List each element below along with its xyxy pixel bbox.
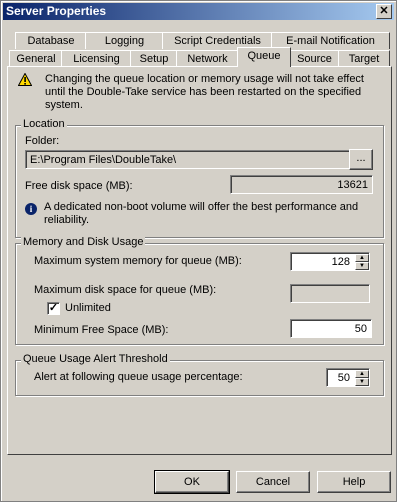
free-disk-value: 13621 (230, 175, 373, 194)
window-title: Server Properties (6, 4, 107, 18)
info-text: A dedicated non-boot volume will offer t… (44, 201, 359, 226)
max-memory-spin-down[interactable]: ▼ (355, 262, 369, 270)
tab-database[interactable]: Database (15, 32, 87, 49)
folder-label: Folder: (25, 135, 60, 147)
warning-icon (18, 73, 32, 86)
location-legend: Location (21, 118, 67, 130)
tab-setup[interactable]: Setup (130, 50, 178, 67)
folder-field[interactable]: E:\Program Files\DoubleTake\ (25, 150, 356, 169)
min-free-label: Minimum Free Space (MB): (34, 324, 169, 336)
free-disk-label: Free disk space (MB): (25, 180, 133, 192)
tab-source[interactable]: Source (289, 50, 340, 67)
memory-disk-legend: Memory and Disk Usage (21, 236, 146, 248)
tab-general[interactable]: General (9, 50, 63, 67)
server-properties-window: Server Properties ✕ Database Logging Scr… (0, 0, 397, 502)
tab-queue[interactable]: Queue (237, 47, 291, 67)
warning-text: Changing the queue location or memory us… (45, 73, 364, 111)
alert-label: Alert at following queue usage percentag… (34, 371, 243, 383)
alert-spin-down[interactable]: ▼ (355, 378, 369, 386)
memory-disk-group: Memory and Disk Usage Maximum system mem… (15, 236, 384, 345)
close-button[interactable]: ✕ (376, 4, 392, 19)
alert-threshold-legend: Queue Usage Alert Threshold (21, 353, 170, 365)
cancel-button[interactable]: Cancel (236, 471, 310, 493)
title-bar[interactable]: Server Properties ✕ (3, 3, 394, 20)
unlimited-checkbox[interactable]: ✓ (47, 302, 60, 315)
info-icon: i (25, 203, 37, 215)
max-memory-label: Maximum system memory for queue (MB): (34, 255, 242, 267)
help-button[interactable]: Help (317, 471, 391, 493)
max-disk-label: Maximum disk space for queue (MB): (34, 284, 217, 296)
max-memory-spin-up[interactable]: ▲ (355, 254, 369, 262)
alert-threshold-group: Queue Usage Alert Threshold Alert at fol… (15, 353, 384, 396)
tab-target[interactable]: Target (338, 50, 390, 67)
max-disk-field (290, 284, 370, 303)
tab-licensing[interactable]: Licensing (61, 50, 132, 67)
unlimited-label: Unlimited (65, 302, 111, 314)
queue-tab-panel: Changing the queue location or memory us… (7, 66, 392, 455)
location-group: Location Folder: E:\Program Files\Double… (15, 118, 384, 238)
ok-button[interactable]: OK (154, 470, 230, 494)
min-free-field[interactable]: 50 (290, 319, 372, 338)
tab-network[interactable]: Network (176, 50, 239, 67)
tab-logging[interactable]: Logging (85, 32, 164, 49)
alert-spin-up[interactable]: ▲ (355, 370, 369, 378)
browse-button[interactable]: ... (349, 149, 373, 170)
